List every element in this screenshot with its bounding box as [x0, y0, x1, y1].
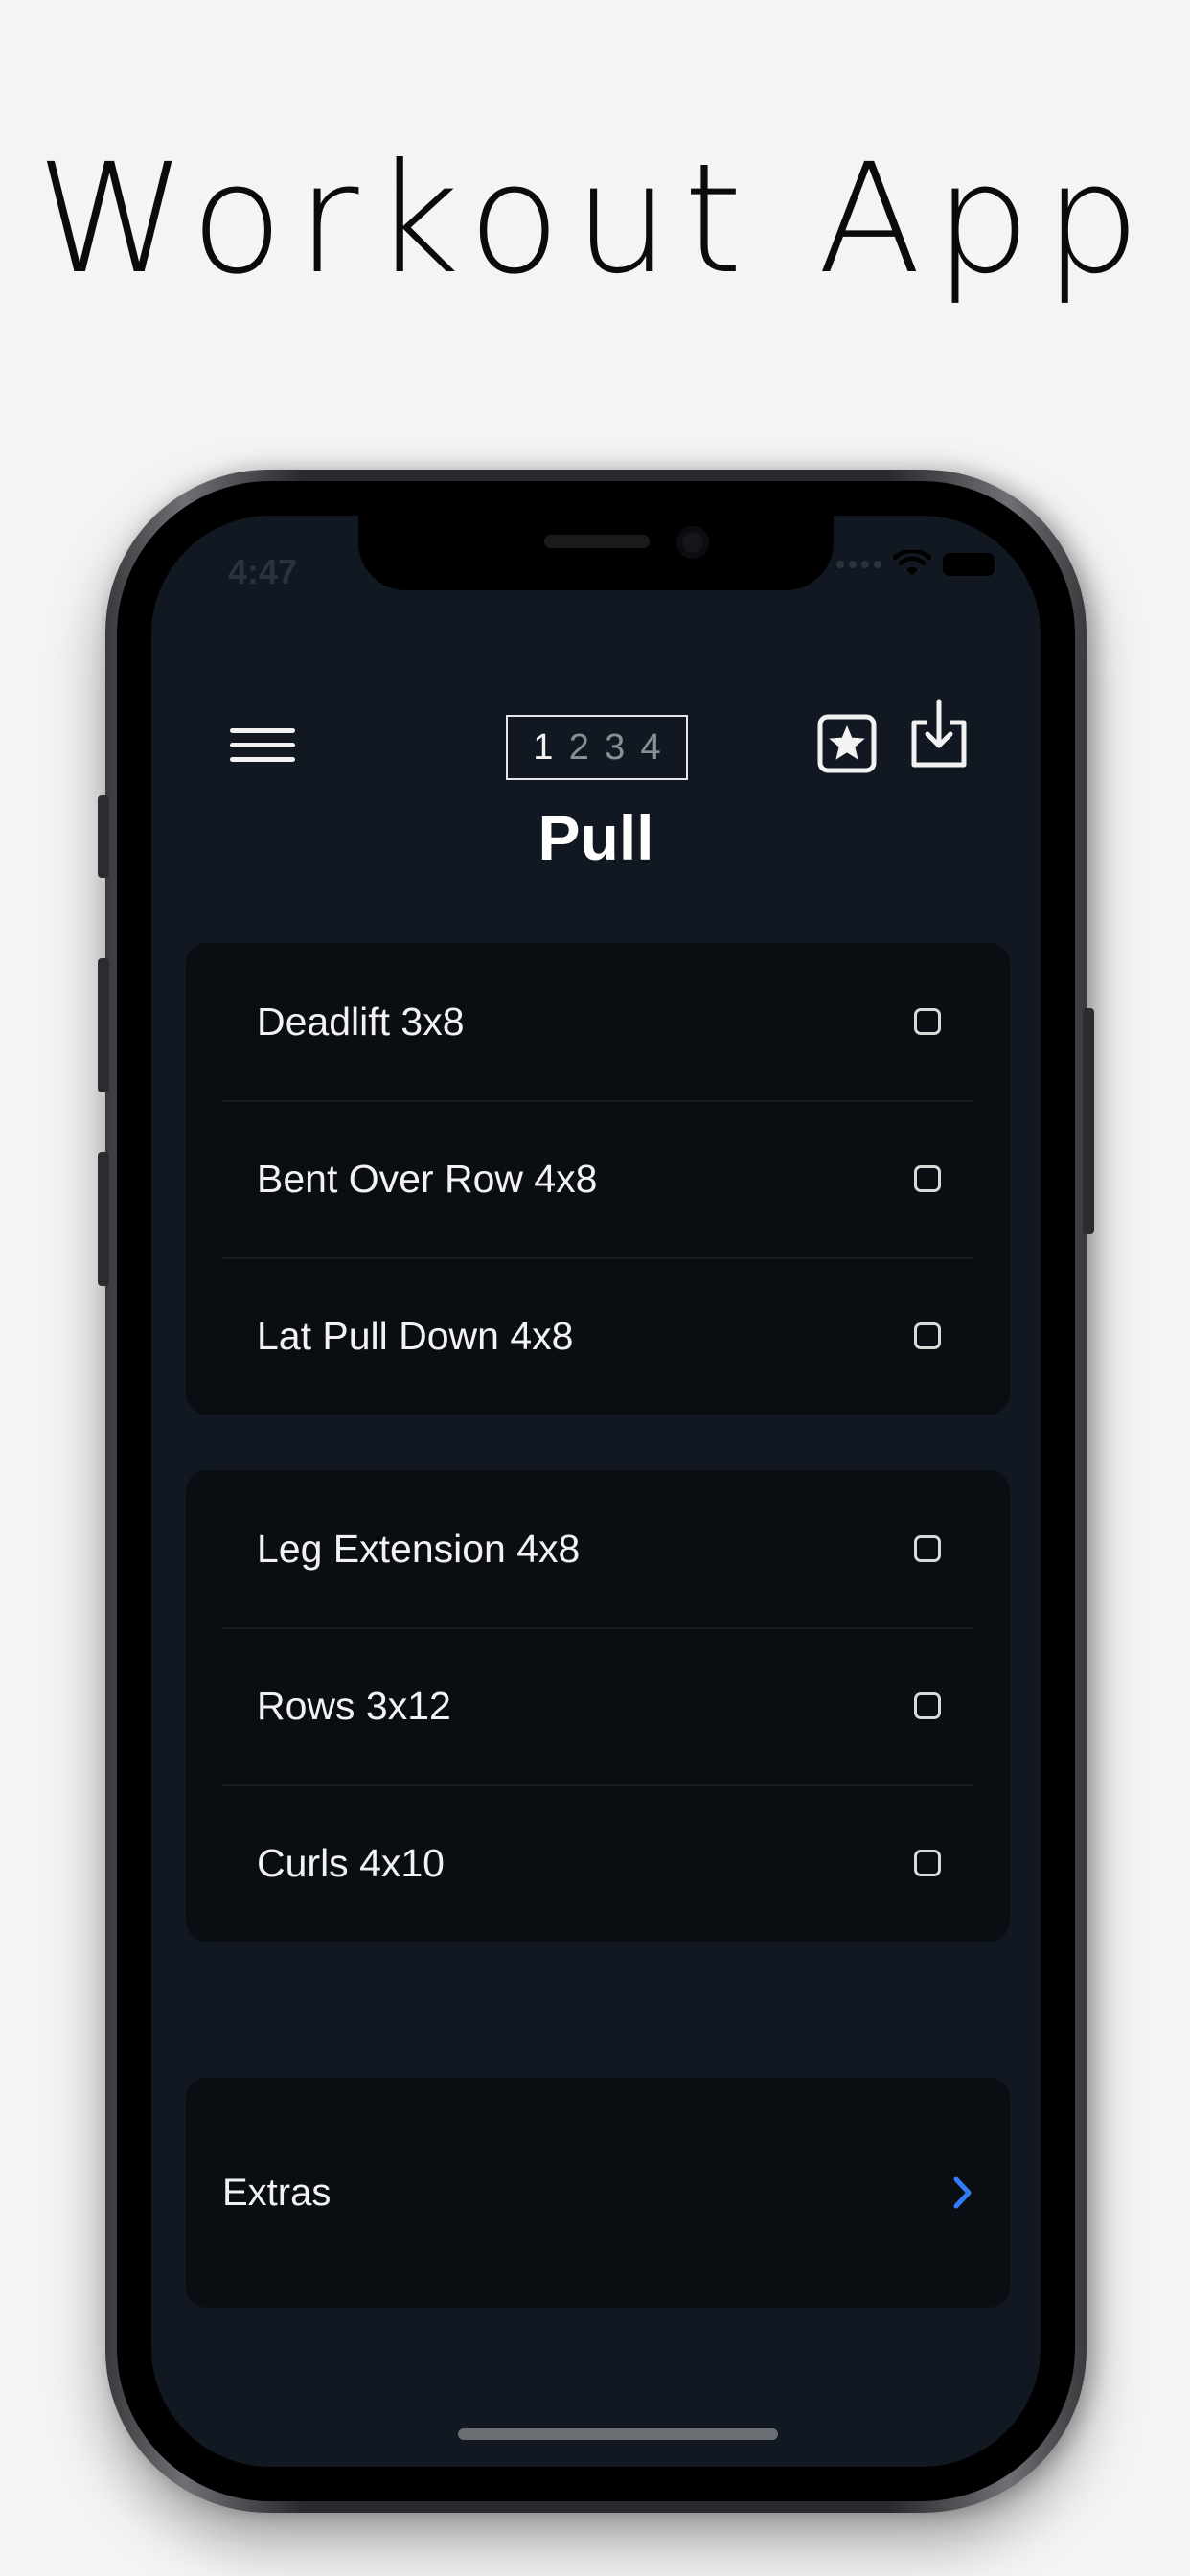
exercise-group-1: Deadlift 3x8 Bent Over Row 4x8 Lat Pull … [186, 943, 1010, 1414]
phone-frame: 4:47 1 2 3 4 Pull Deadlift 3x8 Bent Over… [98, 470, 1094, 2513]
promo-title: Workout App [35, 131, 1155, 308]
app-screen: 4:47 1 2 3 4 Pull Deadlift 3x8 Bent Over… [151, 516, 1041, 2467]
day-selector[interactable]: 1 2 3 4 [506, 715, 688, 780]
day-2[interactable]: 2 [569, 729, 589, 766]
day-4[interactable]: 4 [641, 729, 661, 766]
exercise-row[interactable]: Deadlift 3x8 [186, 943, 1010, 1100]
extras-row[interactable]: Extras [186, 2078, 1010, 2308]
speaker-grille [544, 535, 650, 548]
exercise-checkbox[interactable] [914, 1535, 941, 1562]
exercise-checkbox[interactable] [914, 1165, 941, 1192]
exercise-row[interactable]: Lat Pull Down 4x8 [186, 1257, 1010, 1414]
exercise-row[interactable]: Curls 4x10 [186, 1784, 1010, 1942]
notch [358, 516, 834, 590]
download-tray-icon [911, 699, 967, 768]
exercise-row[interactable]: Bent Over Row 4x8 [186, 1100, 1010, 1257]
silent-switch [98, 795, 109, 878]
exercise-label: Lat Pull Down 4x8 [257, 1313, 574, 1358]
export-button[interactable] [908, 698, 975, 770]
day-3[interactable]: 3 [605, 729, 625, 766]
exercise-label: Bent Over Row 4x8 [257, 1156, 598, 1201]
menu-button[interactable] [230, 726, 295, 765]
exercise-checkbox[interactable] [914, 1322, 941, 1349]
hamburger-line [230, 757, 295, 762]
exercise-checkbox[interactable] [914, 1692, 941, 1719]
extras-label: Extras [222, 2171, 332, 2214]
home-indicator [458, 2428, 778, 2440]
exercise-checkbox[interactable] [914, 1008, 941, 1035]
hamburger-line [230, 743, 295, 748]
battery-icon [943, 553, 995, 576]
exercise-row[interactable]: Leg Extension 4x8 [186, 1470, 1010, 1627]
hamburger-menu-icon [230, 728, 295, 733]
chevron-right-icon [953, 2176, 972, 2209]
exercise-label: Rows 3x12 [257, 1683, 451, 1728]
exercise-checkbox[interactable] [914, 1850, 941, 1876]
extras-card: Extras [186, 2078, 1010, 2308]
power-button [1083, 1008, 1094, 1234]
exercise-row[interactable]: Rows 3x12 [186, 1627, 1010, 1784]
volume-down-button [98, 1152, 109, 1286]
signal-icon [836, 561, 881, 568]
status-time: 4:47 [228, 552, 298, 591]
page-title: Pull [538, 802, 654, 873]
wifi-icon [893, 550, 931, 576]
exercise-group-2: Leg Extension 4x8 Rows 3x12 Curls 4x10 [186, 1470, 1010, 1942]
promo-page: Workout App 4:47 1 2 3 4 Pull Deadlift 3… [0, 0, 1190, 2576]
day-1[interactable]: 1 [533, 729, 553, 766]
exercise-label: Deadlift 3x8 [257, 999, 465, 1044]
status-icons [836, 550, 995, 579]
exercise-label: Leg Extension 4x8 [257, 1526, 581, 1571]
star-box-icon [817, 714, 877, 773]
exercise-label: Curls 4x10 [257, 1840, 445, 1885]
favorite-button[interactable] [816, 713, 883, 786]
volume-up-button [98, 958, 109, 1092]
camera-icon [676, 526, 709, 559]
